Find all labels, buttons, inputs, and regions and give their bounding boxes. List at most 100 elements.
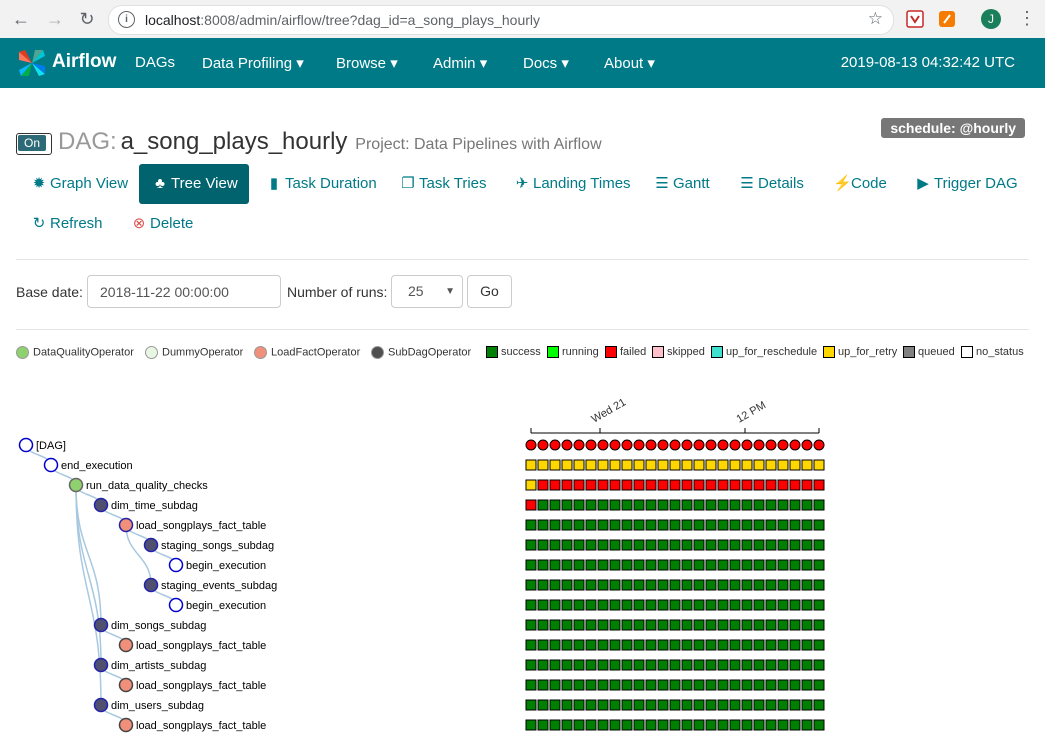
task-instance-status[interactable] (549, 499, 561, 511)
task-instance-status[interactable] (585, 619, 597, 631)
task-instance-status[interactable] (669, 499, 681, 511)
task-instance-status[interactable] (621, 559, 633, 571)
task-instance-status[interactable] (585, 719, 597, 731)
task-instance-status[interactable] (585, 539, 597, 551)
task-instance-status[interactable] (585, 699, 597, 711)
tab-tree-view[interactable]: ♣ Tree View (139, 164, 249, 204)
task-instance-status[interactable] (597, 679, 609, 691)
tree-node-label[interactable]: load_songplays_fact_table (136, 640, 266, 652)
tree-node[interactable]: dim_artists_subdag (93, 657, 207, 673)
task-instance-status[interactable] (633, 499, 645, 511)
task-instance-status[interactable] (717, 659, 729, 671)
tree-node-circle[interactable] (93, 617, 109, 633)
task-instance-status[interactable] (777, 699, 789, 711)
task-instance-status[interactable] (609, 719, 621, 731)
task-instance-status[interactable] (741, 559, 753, 571)
nav-about[interactable]: About ▾ (604, 54, 655, 72)
task-instance-status[interactable] (657, 579, 669, 591)
task-instance-status[interactable] (789, 699, 801, 711)
task-instance-status[interactable] (597, 559, 609, 571)
dag-run-status[interactable] (801, 439, 813, 451)
task-instance-status[interactable] (765, 599, 777, 611)
tree-node-label[interactable]: load_songplays_fact_table (136, 680, 266, 692)
task-instance-status[interactable] (537, 679, 549, 691)
task-instance-status[interactable] (789, 579, 801, 591)
url-text[interactable]: localhost:8008/admin/airflow/tree?dag_id… (145, 12, 540, 28)
tree-node-circle[interactable] (143, 577, 159, 593)
task-instance-status[interactable] (669, 559, 681, 571)
tree-node[interactable]: dim_users_subdag (93, 697, 204, 713)
reload-icon[interactable]: ↻ (76, 8, 98, 30)
task-instance-status[interactable] (801, 479, 813, 491)
extension-fire-icon[interactable] (938, 10, 956, 28)
task-instance-status[interactable] (765, 459, 777, 471)
task-instance-status[interactable] (525, 519, 537, 531)
task-instance-status[interactable] (729, 659, 741, 671)
task-instance-status[interactable] (657, 519, 669, 531)
task-instance-status[interactable] (801, 679, 813, 691)
task-instance-status[interactable] (597, 639, 609, 651)
task-instance-status[interactable] (537, 639, 549, 651)
task-instance-status[interactable] (777, 719, 789, 731)
task-instance-status[interactable] (705, 639, 717, 651)
task-instance-status[interactable] (561, 599, 573, 611)
task-instance-status[interactable] (753, 459, 765, 471)
task-instance-status[interactable] (609, 599, 621, 611)
menu-icon[interactable]: ⋮ (1018, 8, 1036, 29)
task-instance-status[interactable] (609, 639, 621, 651)
task-instance-status[interactable] (561, 679, 573, 691)
task-instance-status[interactable] (717, 719, 729, 731)
task-instance-status[interactable] (681, 719, 693, 731)
task-instance-status[interactable] (525, 459, 537, 471)
task-instance-status[interactable] (717, 639, 729, 651)
task-instance-status[interactable] (621, 539, 633, 551)
task-instance-status[interactable] (705, 499, 717, 511)
task-instance-status[interactable] (705, 659, 717, 671)
task-instance-status[interactable] (681, 539, 693, 551)
task-instance-status[interactable] (525, 719, 537, 731)
task-instance-status[interactable] (741, 539, 753, 551)
task-instance-status[interactable] (633, 519, 645, 531)
task-instance-status[interactable] (789, 499, 801, 511)
task-instance-status[interactable] (585, 639, 597, 651)
task-instance-status[interactable] (801, 659, 813, 671)
task-instance-status[interactable] (645, 479, 657, 491)
tab-details[interactable]: ☰ Details (740, 164, 804, 204)
tree-node-circle[interactable] (168, 557, 184, 573)
task-instance-status[interactable] (777, 479, 789, 491)
task-instance-status[interactable] (813, 539, 825, 551)
task-instance-status[interactable] (561, 699, 573, 711)
task-instance-status[interactable] (561, 499, 573, 511)
task-instance-status[interactable] (549, 479, 561, 491)
task-instance-status[interactable] (549, 579, 561, 591)
task-instance-status[interactable] (693, 539, 705, 551)
task-instance-status[interactable] (609, 579, 621, 591)
task-instance-status[interactable] (693, 559, 705, 571)
task-instance-status[interactable] (777, 499, 789, 511)
task-instance-status[interactable] (621, 699, 633, 711)
task-instance-status[interactable] (789, 639, 801, 651)
task-instance-status[interactable] (525, 499, 537, 511)
task-instance-status[interactable] (813, 619, 825, 631)
task-instance-status[interactable] (573, 559, 585, 571)
task-instance-status[interactable] (657, 639, 669, 651)
task-instance-status[interactable] (525, 539, 537, 551)
task-instance-status[interactable] (693, 679, 705, 691)
task-instance-status[interactable] (561, 479, 573, 491)
task-instance-status[interactable] (573, 619, 585, 631)
task-instance-status[interactable] (705, 679, 717, 691)
task-instance-status[interactable] (537, 459, 549, 471)
tree-node-circle[interactable] (118, 717, 134, 733)
task-instance-status[interactable] (573, 519, 585, 531)
tree-node-label[interactable]: dim_artists_subdag (111, 660, 206, 672)
dag-run-status[interactable] (669, 439, 681, 451)
task-instance-status[interactable] (729, 559, 741, 571)
task-instance-status[interactable] (693, 699, 705, 711)
task-instance-status[interactable] (813, 679, 825, 691)
task-instance-status[interactable] (717, 599, 729, 611)
task-instance-status[interactable] (729, 519, 741, 531)
task-instance-status[interactable] (669, 719, 681, 731)
task-instance-status[interactable] (585, 479, 597, 491)
bookmark-star-icon[interactable]: ☆ (868, 9, 883, 29)
task-instance-status[interactable] (633, 659, 645, 671)
